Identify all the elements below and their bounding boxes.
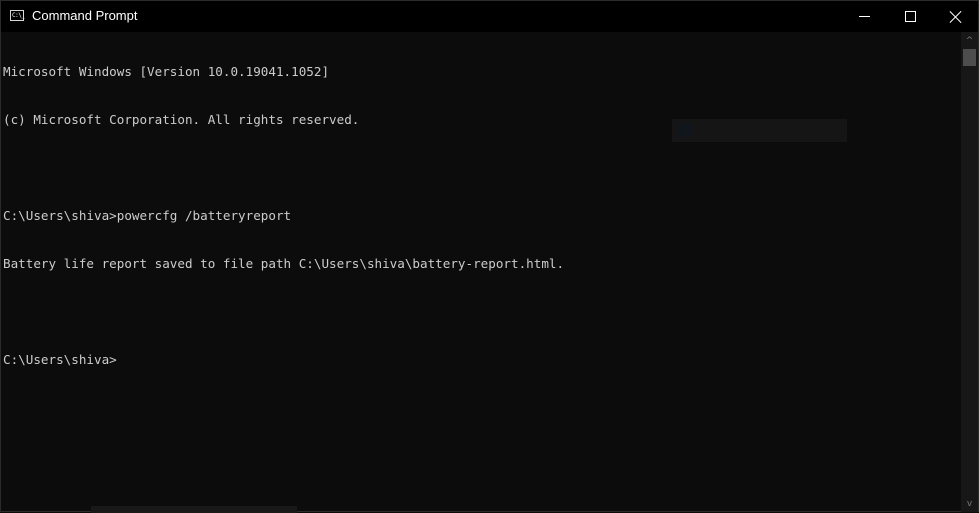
console-line: Battery life report saved to file path C… [3,256,565,271]
close-button[interactable] [933,1,979,32]
close-icon [950,11,962,23]
cmd-icon[interactable]: C:\_ [10,10,25,21]
maximize-icon [904,11,916,22]
cmd-icon-glyph: C:\_ [12,12,25,19]
minimize-icon [858,16,870,17]
command-prompt-window: C:\_ Command Prompt Microsoft Windows [V… [0,0,979,513]
console-output[interactable]: Microsoft Windows [Version 10.0.19041.10… [3,32,961,512]
scroll-up-arrow-icon[interactable]: ^ [961,32,978,49]
maximize-button[interactable] [887,1,933,32]
scroll-down-arrow-icon[interactable]: v [961,495,978,512]
faded-app-icon [677,123,691,137]
console-line: Microsoft Windows [Version 10.0.19041.10… [3,64,330,79]
vertical-scrollbar[interactable]: ^ v [961,32,978,512]
console-prompt-line[interactable]: C:\Users\shiva> [3,352,961,368]
scrollbar-thumb[interactable] [963,49,976,66]
console-line: C:\Users\shiva>powercfg /batteryreport [3,208,292,223]
window-title: Command Prompt [32,8,138,23]
minimize-button[interactable] [841,1,887,32]
faded-overlay-tooltip [672,119,847,142]
title-bar[interactable]: C:\_ Command Prompt [1,1,978,32]
